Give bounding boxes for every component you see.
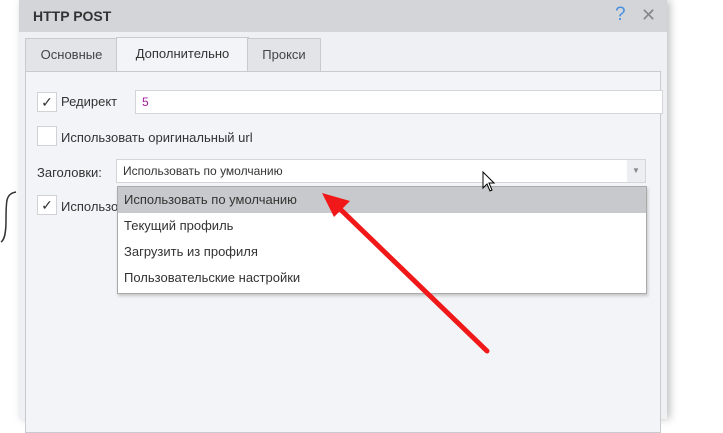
- red-arrow-annotation: [322, 193, 490, 354]
